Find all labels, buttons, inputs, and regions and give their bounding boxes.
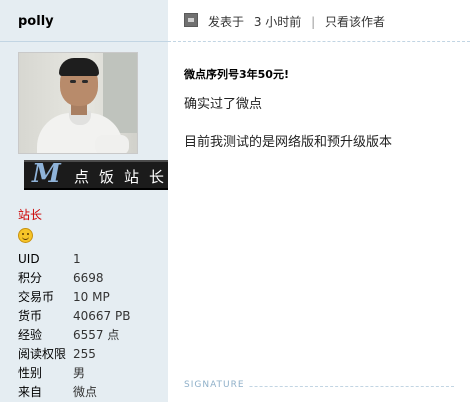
stat-value: 微点	[73, 385, 98, 399]
badge-text: 点饭站长	[74, 168, 175, 186]
stat-value: 10 MP	[73, 290, 110, 304]
stat-label: 性别	[18, 366, 43, 380]
post-content-area: 发表于 3 小时前 | 只看该作者 微点序列号3年50元! 确实过了微点 目前我…	[168, 0, 470, 402]
post-body-line: 确实过了微点	[184, 97, 263, 112]
stat-label: 积分	[18, 271, 43, 285]
username-bar: polly	[0, 0, 168, 42]
stat-value: 6557 点	[73, 328, 120, 342]
stat-value: 6698	[73, 271, 104, 285]
stat-value: 40667 PB	[73, 309, 131, 323]
signature-divider: SIGNATURE	[184, 380, 470, 392]
author-sidebar: polly M 点饭站长 站长 UID 1 积分 6698 交易币 10 MP	[0, 0, 170, 402]
author-only-link[interactable]: 只看该作者	[325, 15, 385, 29]
user-status-icon	[184, 13, 198, 27]
meta-separator: |	[311, 15, 316, 29]
post-body-line: 目前我测试的是网络版和预升级版本	[184, 135, 393, 150]
stat-label: 经验	[18, 328, 43, 342]
medal-badge: M 点饭站长	[24, 159, 170, 190]
badge-logo-letter: M	[32, 159, 61, 189]
stat-value: 255	[73, 347, 96, 361]
stat-label: 阅读权限	[18, 347, 67, 361]
stat-label: 来自	[18, 385, 43, 399]
avatar[interactable]	[18, 52, 138, 154]
stat-value: 男	[73, 366, 86, 380]
avatar-hair	[59, 58, 99, 76]
avatar-hand	[95, 135, 129, 153]
stat-label: UID	[18, 252, 40, 266]
posted-prefix: 发表于	[208, 15, 245, 29]
avatar-eye-left	[70, 80, 76, 83]
avatar-eye-right	[82, 80, 88, 83]
stat-label: 交易币	[18, 290, 55, 304]
post-title: 微点序列号3年50元!	[184, 68, 289, 81]
smile-icon	[18, 228, 33, 243]
username-link[interactable]: polly	[18, 14, 54, 29]
signature-label: SIGNATURE	[184, 380, 249, 390]
stat-value[interactable]: 1	[73, 252, 81, 266]
user-group[interactable]: 站长	[18, 206, 42, 223]
post-header: 发表于 3 小时前 | 只看该作者	[168, 0, 470, 42]
post-meta: 发表于 3 小时前 | 只看该作者	[208, 13, 385, 30]
stat-label: 货币	[18, 309, 43, 323]
posted-time: 3 小时前	[253, 15, 302, 29]
